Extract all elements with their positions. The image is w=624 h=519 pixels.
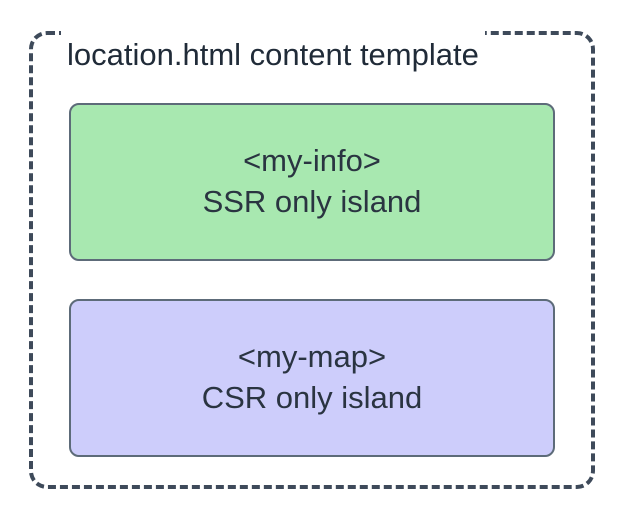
csr-island-label: CSR only island: [202, 378, 423, 418]
ssr-island-label: SSR only island: [203, 182, 422, 222]
template-container: location.html content template <my-info>…: [29, 31, 595, 489]
title-wrap: location.html content template: [61, 31, 485, 79]
ssr-island-box: <my-info> SSR only island: [69, 103, 555, 261]
csr-island-tag: <my-map>: [238, 337, 386, 377]
ssr-island-tag: <my-info>: [243, 141, 381, 181]
csr-island-box: <my-map> CSR only island: [69, 299, 555, 457]
template-title: location.html content template: [67, 37, 479, 73]
islands-wrapper: <my-info> SSR only island <my-map> CSR o…: [33, 103, 591, 485]
